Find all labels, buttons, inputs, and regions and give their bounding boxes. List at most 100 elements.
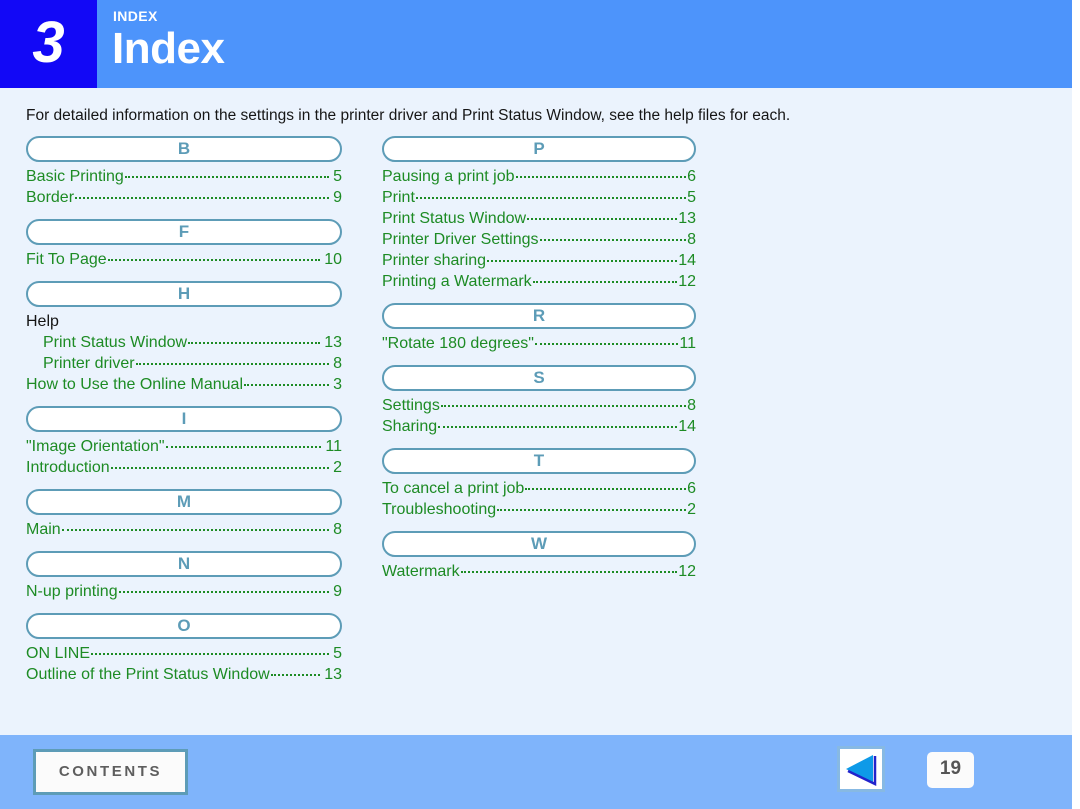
index-column-left: B Basic Printing 5 Border 9 F Fit To Page 10 H He… [26,136,342,685]
index-entry-page: 8 [687,231,696,248]
index-entry-title: Printer sharing [382,252,487,269]
index-entry-link[interactable]: How to Use the Online Manual 3 [26,374,342,395]
page-footer: CONTENTS [0,735,1072,809]
index-entry-title: ON LINE [26,645,91,662]
index-entry-link[interactable]: To cancel a print job 6 [382,478,696,499]
back-triangle-icon [840,749,882,789]
index-entry-link[interactable]: Sharing 14 [382,416,696,437]
index-entry-label: Help [26,311,342,332]
index-entry-page: 8 [333,521,342,538]
dot-leader [107,259,321,261]
index-entry-link[interactable]: ON LINE 5 [26,643,342,664]
index-entry-link[interactable]: Troubleshooting 2 [382,499,696,520]
dot-leader [75,197,330,199]
index-section: B Basic Printing 5 Border 9 [26,136,342,208]
index-entry-page: 11 [679,335,696,352]
dot-leader [497,509,687,511]
index-entry-link[interactable]: "Rotate 180 degrees" 11 [382,333,696,354]
index-entry-link[interactable]: Pausing a print job 6 [382,166,696,187]
page-number: 19 [927,752,974,788]
index-column-right: P Pausing a print job 6 Print 5 Print Status … [382,136,696,582]
index-entry-title: Settings [382,397,440,414]
dot-leader [188,342,321,344]
dot-leader [244,384,330,386]
index-entry-page: 9 [333,583,342,600]
index-entry-title: Pausing a print job [382,168,515,185]
index-section: I "Image Orientation" 11 Introduction 2 [26,406,342,478]
page-title: Index [112,24,225,73]
index-entry-link[interactable]: Fit To Page 10 [26,249,342,270]
dot-leader [165,446,322,448]
index-entry-title: Fit To Page [26,251,107,268]
index-letter-heading: F [26,219,342,245]
index-entry-page: 8 [333,355,342,372]
index-entry-link[interactable]: N-up printing 9 [26,581,342,602]
back-button[interactable] [837,746,885,792]
index-letter-heading: T [382,448,696,474]
index-entry-title: Print Status Window [43,334,188,351]
index-entry-link[interactable]: Basic Printing 5 [26,166,342,187]
index-section: T To cancel a print job 6 Troubleshooting 2 [382,448,696,520]
index-section: M Main 8 [26,489,342,540]
index-letter-heading: B [26,136,342,162]
intro-text: For detailed information on the settings… [26,107,791,124]
index-entry-title: To cancel a print job [382,480,525,497]
index-entry-link[interactable]: Print Status Window 13 [26,332,342,353]
index-entry-link[interactable]: Outline of the Print Status Window 13 [26,664,342,685]
index-entry-title: Printer driver [43,355,135,372]
index-entry-link[interactable]: Printing a Watermark 12 [382,271,696,292]
index-section: O ON LINE 5 Outline of the Print Status Win… [26,613,342,685]
index-entry-link[interactable]: Main 8 [26,519,342,540]
index-entry-title: Troubleshooting [382,501,497,518]
dot-leader [527,218,678,220]
dot-leader [534,343,679,345]
contents-button[interactable]: CONTENTS [33,749,188,795]
dot-leader [440,405,687,407]
index-letter-heading: R [382,303,696,329]
dot-leader [460,571,678,573]
dot-leader [532,281,678,283]
index-entry-title: N-up printing [26,583,118,600]
index-entry-link[interactable]: Print Status Window 13 [382,208,696,229]
dot-leader [270,674,321,676]
index-entry-link[interactable]: Printer Driver Settings 8 [382,229,696,250]
index-entry-link[interactable]: Watermark 12 [382,561,696,582]
index-letter-heading: N [26,551,342,577]
index-entry-page: 9 [333,189,342,206]
index-entry-link[interactable]: Printer driver 8 [26,353,342,374]
index-entry-link[interactable]: Settings 8 [382,395,696,416]
index-entry-page: 13 [324,666,342,683]
index-entry-title: Introduction [26,459,110,476]
page-header: 3 INDEX Index [0,0,1072,88]
index-entry-title: Print [382,189,415,206]
index-entry-page: 6 [687,480,696,497]
index-entry-title: Printer Driver Settings [382,231,539,248]
index-entry-page: 5 [687,189,696,206]
chapter-number: 3 [32,10,65,75]
index-entry-link[interactable]: Introduction 2 [26,457,342,478]
index-entry-page: 5 [333,645,342,662]
index-entry-page: 3 [333,376,342,393]
index-entry-link[interactable]: Border 9 [26,187,342,208]
index-entry-link[interactable]: "Image Orientation" 11 [26,436,342,457]
index-entry-page: 14 [678,418,696,435]
index-entry-page: 11 [325,438,342,455]
index-entry-title: Print Status Window [382,210,527,227]
dot-leader [515,176,687,178]
index-section: P Pausing a print job 6 Print 5 Print Status … [382,136,696,292]
index-entry-page: 12 [678,563,696,580]
index-entry-title: Help [26,313,59,330]
dot-leader [539,239,687,241]
index-entry-link[interactable]: Printer sharing 14 [382,250,696,271]
index-entry-page: 13 [678,210,696,227]
index-letter-heading: O [26,613,342,639]
index-section: R "Rotate 180 degrees" 11 [382,303,696,354]
dot-leader [525,488,687,490]
dot-leader [91,653,330,655]
index-entry-page: 12 [678,273,696,290]
index-entry-title: "Image Orientation" [26,438,165,455]
index-page: 3 INDEX Index For detailed information o… [0,0,1072,809]
index-entry-link[interactable]: Print 5 [382,187,696,208]
dot-leader [118,591,330,593]
index-entry-page: 14 [678,252,696,269]
